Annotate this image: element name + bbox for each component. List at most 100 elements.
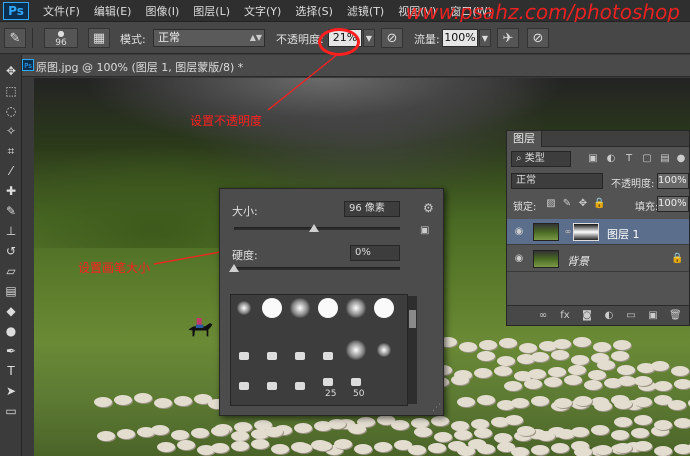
layer-row-background[interactable]: ◉ 背景 🔒 xyxy=(507,246,689,272)
fill-field[interactable]: 100% xyxy=(657,196,689,212)
layer-row-layer-1[interactable]: ◉ ∞ 图层 1 xyxy=(507,219,689,245)
brush-preset-hard-2[interactable] xyxy=(317,297,339,319)
brush-size-field[interactable]: 96 像素 xyxy=(344,201,400,217)
flow-dropdown-button[interactable]: ▼ xyxy=(479,29,491,47)
sheep xyxy=(614,399,632,409)
lock-all-icon[interactable]: 🔒 xyxy=(593,198,605,210)
sheep xyxy=(594,401,612,411)
sheep xyxy=(211,443,229,453)
airbrush-button[interactable]: ✈ xyxy=(497,28,519,48)
eyedropper-tool-icon[interactable]: ⁄ xyxy=(3,163,19,179)
sheep xyxy=(651,361,669,371)
brush-preset-tip-6[interactable] xyxy=(261,375,283,397)
type-tool-icon[interactable]: T xyxy=(3,363,19,379)
pen-tool-icon[interactable]: ✒ xyxy=(3,343,19,359)
hardness-field[interactable]: 0% xyxy=(350,245,400,261)
layer-opacity-field[interactable]: 100% xyxy=(657,173,689,189)
brush-size-slider-thumb[interactable] xyxy=(308,224,319,232)
resize-grip-icon[interactable]: ⋰ xyxy=(432,403,441,413)
eye-icon[interactable]: ◉ xyxy=(513,253,525,265)
filter-adjustment-icon[interactable]: ◐ xyxy=(605,153,617,165)
brush-list-scrollbar[interactable] xyxy=(408,296,417,404)
hardness-slider-thumb[interactable] xyxy=(229,264,239,272)
sheep xyxy=(544,377,562,387)
dodge-tool-icon[interactable]: ● xyxy=(3,323,19,339)
gear-icon[interactable]: ⚙ xyxy=(423,201,434,215)
hardness-slider-track[interactable] xyxy=(234,267,400,270)
brush-panel-toggle[interactable]: ▦ xyxy=(88,28,110,48)
new-group-icon[interactable]: ▭ xyxy=(625,310,637,322)
shape-tool-icon[interactable]: ▭ xyxy=(3,403,19,419)
flow-field[interactable]: 100% xyxy=(442,29,478,47)
marquee-tool-icon[interactable]: ⬚ xyxy=(3,83,19,99)
filter-type-icon[interactable]: T xyxy=(623,153,635,165)
lock-transparent-icon[interactable]: ▨ xyxy=(545,198,557,210)
new-preset-icon[interactable]: ▣ xyxy=(420,225,429,236)
stamp-tool-icon[interactable]: ⊥ xyxy=(3,223,19,239)
sheep xyxy=(451,375,469,385)
history-brush-tool-icon[interactable]: ↺ xyxy=(3,243,19,259)
sheep xyxy=(617,365,635,375)
brush-tool-icon[interactable]: ✎ xyxy=(3,203,19,219)
brush-preset-soft-3[interactable] xyxy=(345,297,367,319)
layer-filter-dropdown[interactable]: ⌕ 类型 xyxy=(511,151,571,167)
tab-layers[interactable]: 图层 xyxy=(507,131,542,147)
filter-pixel-icon[interactable]: ▣ xyxy=(587,153,599,165)
sheep xyxy=(531,352,549,362)
menu-image[interactable]: 图像(I) xyxy=(145,3,179,19)
filter-smart-object-icon[interactable]: ▤ xyxy=(659,153,671,165)
brush-preset-tip-3[interactable] xyxy=(289,345,311,367)
eraser-tool-icon[interactable]: ▱ xyxy=(3,263,19,279)
layer-mask-thumbnail[interactable] xyxy=(573,223,599,241)
brush-preset-soft-5[interactable] xyxy=(373,339,395,361)
menu-layer[interactable]: 图层(L) xyxy=(193,3,230,19)
brush-preset-tip-2[interactable] xyxy=(261,345,283,367)
brush-picker-button[interactable]: ● 96 xyxy=(44,28,78,48)
layer-style-icon[interactable]: fx xyxy=(559,310,571,322)
brush-tool-preset[interactable]: ✎ xyxy=(4,28,26,48)
filter-toggle-icon[interactable]: ● xyxy=(675,153,687,165)
link-layers-icon[interactable]: ∞ xyxy=(537,310,549,322)
adjustment-layer-icon[interactable]: ◐ xyxy=(603,310,615,322)
brush-preset-soft-1[interactable] xyxy=(233,297,255,319)
menu-file[interactable]: 文件(F) xyxy=(43,3,80,19)
blend-mode-dropdown[interactable]: 正常 xyxy=(511,173,603,189)
sheep xyxy=(654,420,672,430)
menu-edit[interactable]: 编辑(E) xyxy=(94,3,132,19)
sheep xyxy=(94,397,112,407)
pressure-size-button[interactable]: ⊘ xyxy=(527,28,549,48)
lock-position-icon[interactable]: ✥ xyxy=(577,198,589,210)
blur-tool-icon[interactable]: ◆ xyxy=(3,303,19,319)
lasso-tool-icon[interactable]: ◌ xyxy=(3,103,19,119)
mode-dropdown[interactable]: 正常 ▲▼ xyxy=(153,29,265,47)
opacity-dropdown-button[interactable]: ▼ xyxy=(363,29,375,47)
brush-preset-hard-3[interactable] xyxy=(373,297,395,319)
healing-tool-icon[interactable]: ✚ xyxy=(3,183,19,199)
eye-icon[interactable]: ◉ xyxy=(513,226,525,238)
brush-preset-soft-2[interactable] xyxy=(289,297,311,319)
scrollbar-thumb[interactable] xyxy=(409,310,416,328)
menu-filter[interactable]: 滤镜(T) xyxy=(347,3,384,19)
brush-preset-tip-1[interactable] xyxy=(233,345,255,367)
move-tool-icon[interactable]: ✥ xyxy=(3,63,19,79)
trash-icon[interactable]: 🗑 xyxy=(669,310,682,322)
lock-pixels-icon[interactable]: ✎ xyxy=(561,198,573,210)
pressure-opacity-button[interactable]: ⊘ xyxy=(381,28,403,48)
brush-preset-tip-5[interactable] xyxy=(233,375,255,397)
menu-type[interactable]: 文字(Y) xyxy=(244,3,281,19)
brush-preset-hard-1[interactable] xyxy=(261,297,283,319)
new-layer-icon[interactable]: ▣ xyxy=(647,310,659,322)
sheep xyxy=(431,416,449,426)
sheep xyxy=(177,440,195,450)
crop-tool-icon[interactable]: ⌗ xyxy=(3,143,19,159)
quick-select-tool-icon[interactable]: ✧ xyxy=(3,123,19,139)
menu-select[interactable]: 选择(S) xyxy=(295,3,333,19)
add-mask-icon[interactable]: ◙ xyxy=(581,310,593,322)
brush-preset-soft-4[interactable] xyxy=(345,339,367,361)
path-select-tool-icon[interactable]: ➤ xyxy=(3,383,19,399)
brush-preset-tip-7[interactable] xyxy=(289,375,311,397)
brush-preset-tip-4[interactable] xyxy=(317,345,339,367)
filter-shape-icon[interactable]: ▢ xyxy=(641,153,653,165)
document-tab[interactable]: Ps 原图.jpg @ 100% (图层 1, 图层蒙版/8) * xyxy=(22,55,690,77)
gradient-tool-icon[interactable]: ▤ xyxy=(3,283,19,299)
